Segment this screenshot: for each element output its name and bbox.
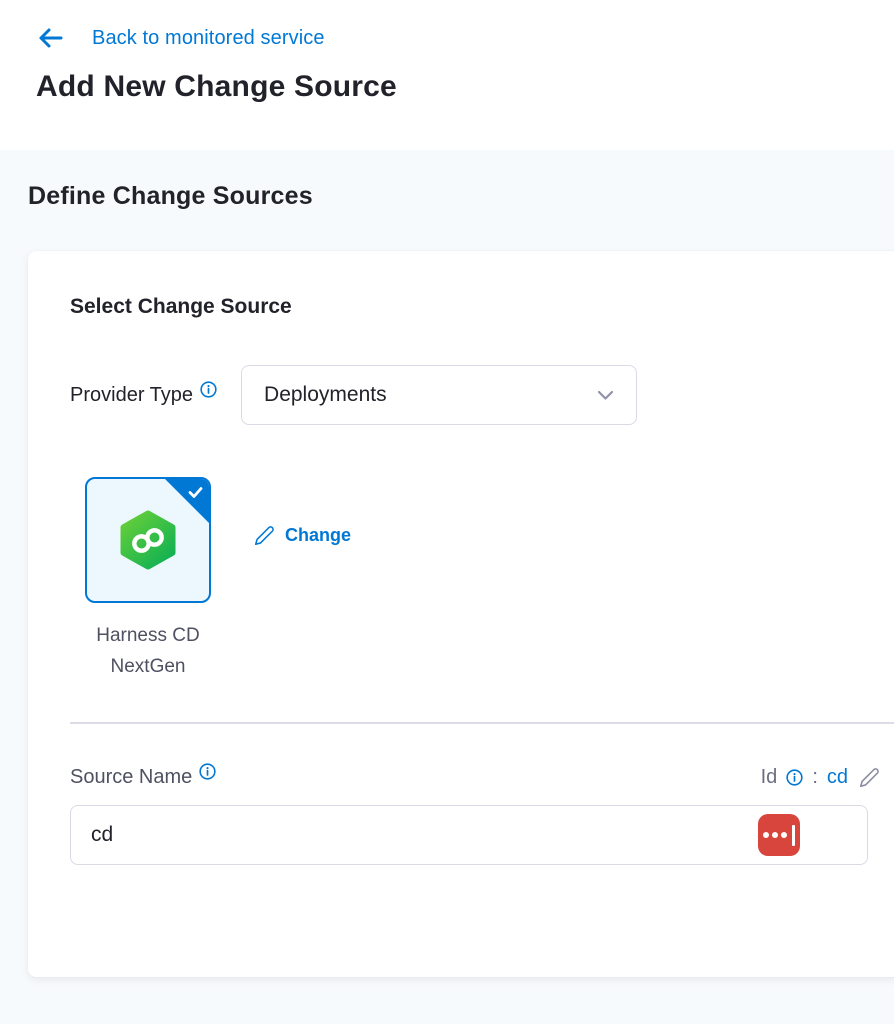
edit-pencil-icon [859, 767, 880, 788]
provider-type-selected-value: Deployments [264, 383, 387, 407]
identifier-separator: : [812, 766, 818, 789]
change-source-card: Select Change Source Provider Type Deplo… [28, 251, 894, 977]
identifier-label: Id [761, 766, 778, 789]
source-name-input-wrap [70, 805, 868, 865]
source-name-input[interactable] [70, 805, 868, 865]
provider-type-row: Provider Type Deployments [70, 365, 894, 425]
source-name-row: Source Name Id [70, 766, 880, 789]
section-heading: Define Change Sources [28, 182, 894, 211]
password-manager-dot [781, 832, 787, 838]
provider-type-label-group: Provider Type [70, 384, 217, 407]
password-manager-cursor [792, 825, 795, 846]
page-header: Back to monitored service Add New Change… [0, 0, 894, 150]
section-divider [70, 722, 894, 724]
info-icon[interactable] [199, 763, 216, 785]
edit-identifier-button[interactable] [859, 767, 880, 788]
source-name-label-group: Source Name [70, 766, 216, 789]
password-manager-dot [763, 832, 769, 838]
chevron-down-icon [597, 390, 614, 401]
provider-tile-column: Harness CD NextGen [74, 477, 222, 682]
identifier-group: Id : cd [761, 766, 880, 789]
change-provider-link[interactable]: Change [254, 525, 351, 546]
define-change-sources-section: Define Change Sources Select Change Sour… [0, 150, 894, 1024]
provider-tile-harness-cd-nextgen[interactable] [85, 477, 211, 603]
password-manager-dot [772, 832, 778, 838]
edit-pencil-icon [254, 525, 275, 546]
card-heading: Select Change Source [70, 295, 894, 319]
change-link-label[interactable]: Change [285, 525, 351, 546]
provider-tile-label: Harness CD NextGen [74, 620, 222, 682]
provider-type-label: Provider Type [70, 384, 193, 407]
back-link-label[interactable]: Back to monitored service [92, 27, 325, 50]
password-manager-icon[interactable] [758, 814, 800, 856]
page-title: Add New Change Source [36, 70, 894, 104]
source-name-label: Source Name [70, 766, 192, 789]
selected-provider-row: Harness CD NextGen Change [70, 477, 894, 682]
back-link[interactable]: Back to monitored service [36, 26, 325, 50]
info-icon[interactable] [200, 381, 217, 403]
harness-cd-icon [117, 509, 179, 571]
info-icon[interactable] [786, 769, 803, 786]
back-arrow-icon [36, 26, 64, 50]
provider-type-select[interactable]: Deployments [241, 365, 637, 425]
check-icon [188, 486, 203, 499]
identifier-value: cd [827, 766, 848, 789]
